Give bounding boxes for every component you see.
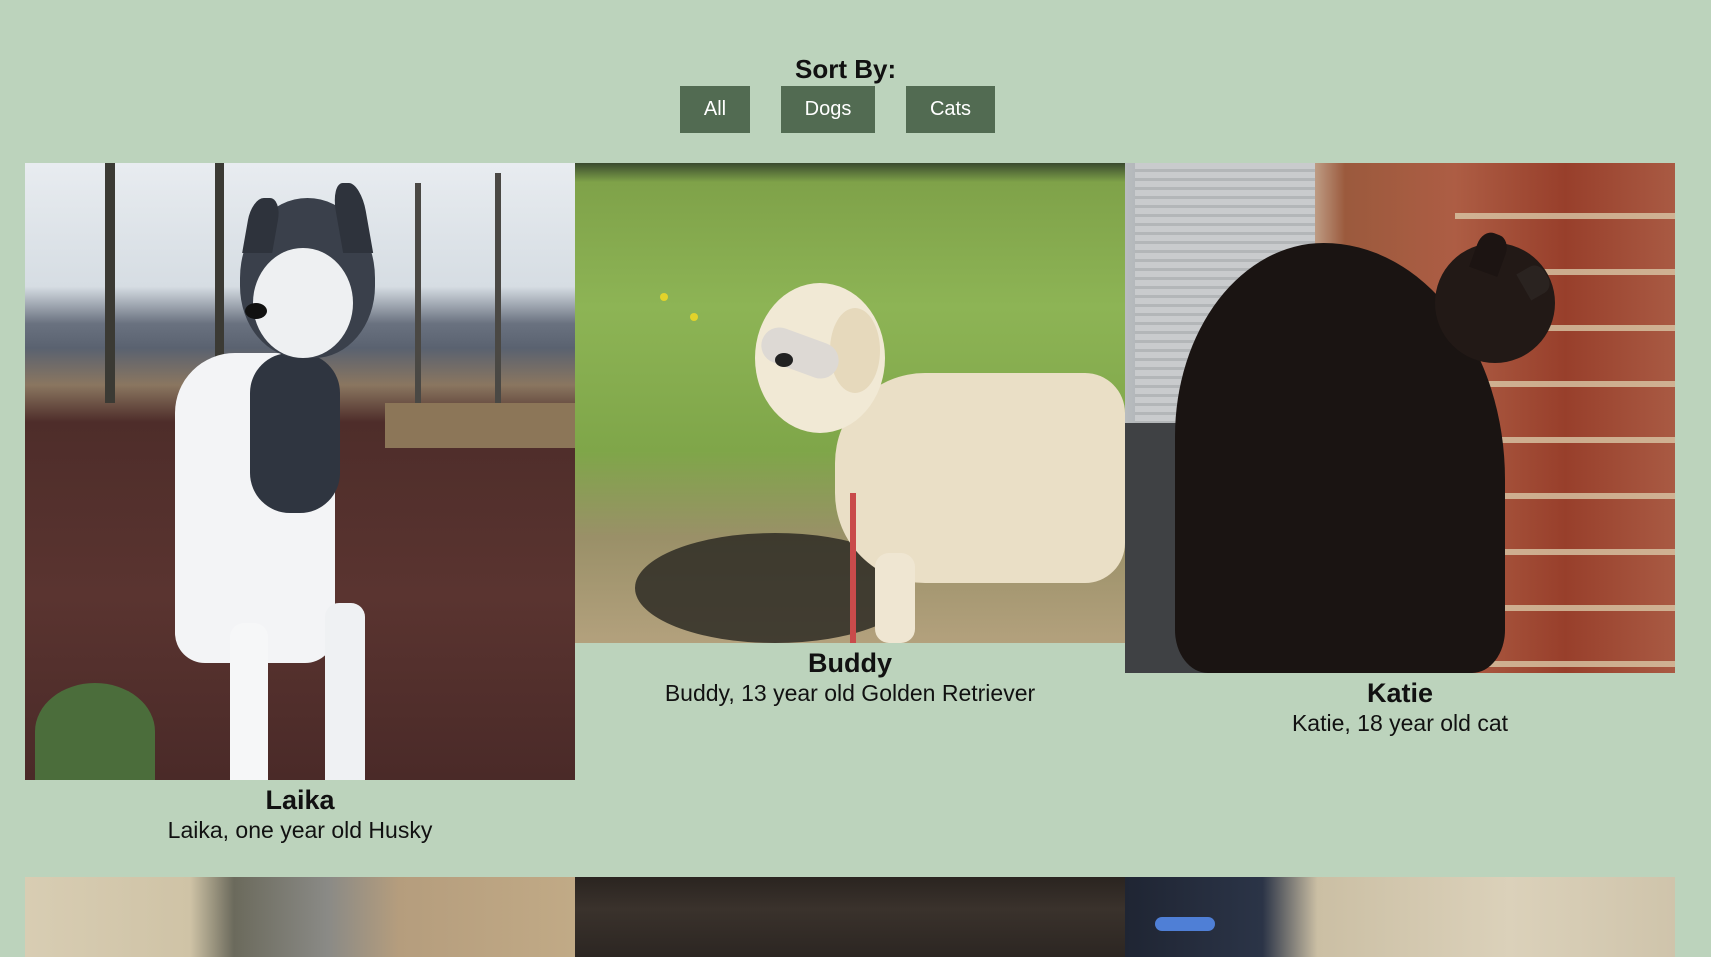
- buddy-photo: [575, 163, 1125, 643]
- laika-photo: [25, 163, 575, 780]
- sort-title: Sort By:: [795, 54, 897, 84]
- pet-card-laika: Laika Laika, one year old Husky: [25, 163, 575, 844]
- pet-card-katie: Katie Katie, 18 year old cat: [1125, 163, 1675, 737]
- buddy-name: Buddy: [808, 648, 892, 678]
- laika-name: Laika: [265, 785, 335, 815]
- pet-card-row2-3: [1125, 877, 1675, 957]
- pet-card-row2-2: [575, 877, 1125, 957]
- laika-description: Laika, one year old Husky: [167, 817, 433, 843]
- pet-card-buddy: Buddy Buddy, 13 year old Golden Retrieve…: [575, 163, 1125, 707]
- pet-card-row2-1: [25, 877, 575, 957]
- sort-all-button[interactable]: All: [680, 86, 750, 133]
- sort-cats-button[interactable]: Cats: [906, 86, 995, 133]
- pet-photo-row2-3: [1125, 877, 1675, 957]
- pet-photo-row2-1: [25, 877, 575, 957]
- katie-photo: [1125, 163, 1675, 673]
- katie-name: Katie: [1366, 678, 1434, 708]
- katie-description: Katie, 18 year old cat: [1291, 710, 1509, 736]
- pet-photo-row2-2: [575, 877, 1125, 957]
- sort-dogs-button[interactable]: Dogs: [781, 86, 875, 133]
- buddy-description: Buddy, 13 year old Golden Retriever: [664, 680, 1036, 706]
